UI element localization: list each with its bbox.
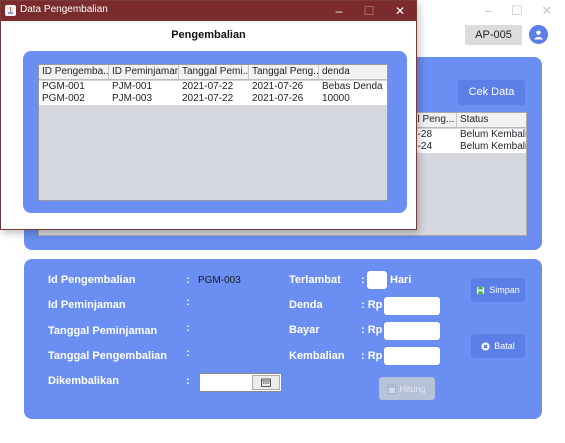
user-icon[interactable] bbox=[529, 25, 548, 44]
dikembalikan-date-picker[interactable] bbox=[199, 373, 282, 392]
table-cell[interactable]: 10000 bbox=[319, 93, 387, 105]
denda-label: Denda bbox=[289, 299, 323, 311]
java-app-icon bbox=[5, 5, 16, 16]
hitung-button[interactable]: Hitung bbox=[379, 377, 435, 400]
hitung-label: Hitung bbox=[399, 383, 426, 394]
pengembalian-table[interactable]: ID Pengemba... ID Peminjaman Tanggal Pem… bbox=[38, 64, 388, 201]
bayar-label: Bayar bbox=[289, 324, 320, 336]
kembalian-label: Kembalian bbox=[289, 350, 345, 362]
table-cell[interactable]: Belum Kembali bbox=[457, 141, 526, 153]
batal-label: Batal bbox=[494, 341, 515, 351]
denda-field[interactable] bbox=[384, 297, 440, 315]
cek-data-button[interactable]: Cek Data bbox=[458, 80, 525, 105]
colon-separator: : bbox=[361, 274, 365, 286]
dialog-titlebar[interactable]: Data Pengembalian – ☐ ✕ bbox=[1, 1, 416, 21]
terlambat-label: Terlambat bbox=[289, 274, 341, 286]
terlambat-field[interactable] bbox=[367, 271, 387, 289]
dialog-close-button[interactable]: ✕ bbox=[385, 2, 415, 20]
rp-prefix: : Rp bbox=[361, 324, 383, 336]
id-pengembalian-value: PGM-003 bbox=[198, 275, 241, 286]
colon-separator: : bbox=[186, 322, 190, 334]
table-header[interactable]: Tanggal Peng... bbox=[249, 65, 319, 80]
table-header[interactable]: ID Pengemba... bbox=[39, 65, 109, 80]
dialog-maximize-button[interactable]: ☐ bbox=[354, 2, 384, 20]
table-cell[interactable]: PGM-002 bbox=[39, 93, 109, 105]
kembalian-field[interactable] bbox=[384, 347, 440, 365]
table-header[interactable]: denda bbox=[319, 65, 387, 80]
table-cell[interactable]: 2021-07-22 bbox=[179, 93, 249, 105]
save-icon bbox=[477, 286, 485, 294]
table-cell[interactable]: PJM-003 bbox=[109, 93, 179, 105]
simpan-label: Simpan bbox=[489, 285, 520, 295]
calendar-icon bbox=[261, 378, 271, 387]
table-header[interactable]: Status bbox=[457, 113, 526, 128]
cancel-icon bbox=[481, 341, 490, 351]
main-maximize-button[interactable]: ☐ bbox=[503, 2, 531, 20]
calendar-button[interactable] bbox=[252, 375, 280, 390]
rp-prefix: : Rp bbox=[361, 299, 383, 311]
colon-separator: : bbox=[186, 375, 190, 387]
table-cell[interactable]: Bebas Denda bbox=[319, 81, 387, 93]
dikembalikan-label: Dikembalikan bbox=[48, 375, 119, 387]
id-peminjaman-label: Id Peminjaman bbox=[48, 299, 126, 311]
user-id-badge: AP-005 bbox=[465, 25, 522, 45]
table-cell[interactable]: PJM-001 bbox=[109, 81, 179, 93]
simpan-button[interactable]: Simpan bbox=[471, 278, 525, 302]
hari-label: Hari bbox=[390, 274, 412, 286]
dialog-minimize-button[interactable]: – bbox=[324, 2, 354, 20]
main-close-button[interactable]: ✕ bbox=[533, 2, 561, 20]
table-header[interactable]: ID Peminjaman bbox=[109, 65, 179, 80]
table-cell[interactable]: PGM-001 bbox=[39, 81, 109, 93]
main-minimize-button[interactable]: – bbox=[475, 2, 503, 20]
colon-separator: : bbox=[186, 274, 190, 286]
rp-prefix: : Rp bbox=[361, 350, 383, 362]
colon-separator: : bbox=[186, 347, 190, 359]
tanggal-pengembalian-label: Tanggal Pengembalian bbox=[48, 350, 167, 362]
table-header[interactable]: Tanggal Pemi... bbox=[179, 65, 249, 80]
tanggal-peminjaman-label: Tanggal Peminjaman bbox=[48, 325, 158, 337]
batal-button[interactable]: Batal bbox=[471, 334, 525, 358]
table-cell[interactable]: 2021-07-26 bbox=[249, 93, 319, 105]
calculator-icon bbox=[388, 383, 397, 394]
id-pengembalian-label: Id Pengembalian bbox=[48, 274, 136, 286]
table-cell[interactable]: 2021-07-26 bbox=[249, 81, 319, 93]
table-cell[interactable]: Belum Kembali bbox=[457, 129, 526, 141]
colon-separator: : bbox=[186, 296, 190, 308]
bayar-field[interactable] bbox=[384, 322, 440, 340]
data-pengembalian-dialog: Data Pengembalian – ☐ ✕ Pengembalian ID … bbox=[0, 0, 417, 230]
table-cell[interactable]: 2021-07-22 bbox=[179, 81, 249, 93]
dialog-title: Data Pengembalian bbox=[20, 4, 108, 15]
dialog-heading: Pengembalian bbox=[171, 29, 246, 41]
